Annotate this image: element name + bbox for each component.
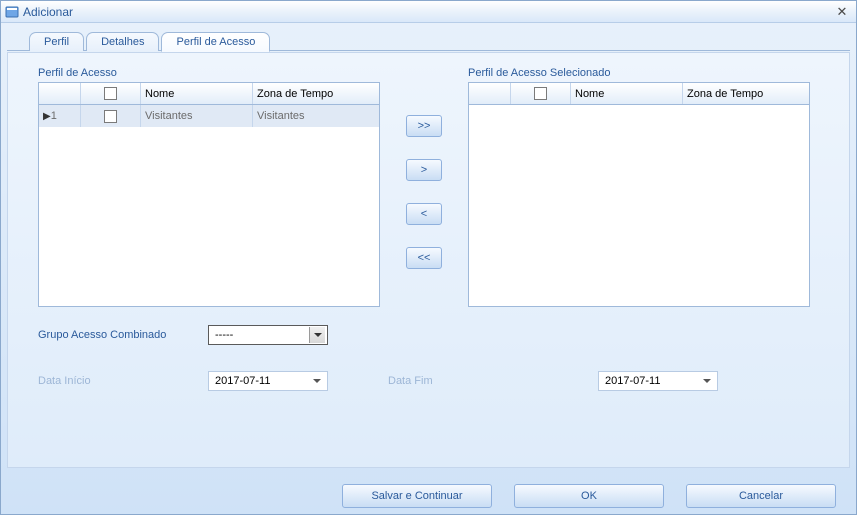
row-index: 1 <box>51 110 57 122</box>
app-icon <box>5 5 19 19</box>
row-zona: Visitantes <box>253 105 379 127</box>
col-zona-right: Zona de Tempo <box>683 83 809 104</box>
grupo-combinado-select[interactable]: ----- <box>208 325 328 345</box>
save-continue-button[interactable]: Salvar e Continuar <box>342 484 492 508</box>
tab-content: Perfil de Acesso Nome Zona de Tempo ▶1 V… <box>7 52 850 468</box>
close-icon[interactable]: ✕ <box>834 4 850 20</box>
add-one-button[interactable]: > <box>406 159 442 181</box>
add-all-button[interactable]: >> <box>406 115 442 137</box>
footer-buttons: Salvar e Continuar OK Cancelar <box>1 474 856 518</box>
ok-button[interactable]: OK <box>514 484 664 508</box>
col-nome-left: Nome <box>141 83 253 104</box>
chevron-down-icon <box>313 377 321 385</box>
data-inicio-value: 2017-07-11 <box>215 375 270 387</box>
data-fim-value: 2017-07-11 <box>605 375 660 387</box>
selected-profiles-grid[interactable]: Nome Zona de Tempo <box>468 82 810 307</box>
tab-detalhes[interactable]: Detalhes <box>86 32 159 51</box>
remove-one-button[interactable]: < <box>406 203 442 225</box>
available-grid-header: Nome Zona de Tempo <box>39 83 379 105</box>
chevron-down-icon <box>703 377 711 385</box>
col-zona-left: Zona de Tempo <box>253 83 379 104</box>
available-profiles-title: Perfil de Acesso <box>38 67 380 79</box>
remove-all-button[interactable]: << <box>406 247 442 269</box>
window-title: Adicionar <box>23 5 73 19</box>
tab-perfil[interactable]: Perfil <box>29 32 84 51</box>
data-fim-label: Data Fim <box>388 375 598 387</box>
available-profiles-grid[interactable]: Nome Zona de Tempo ▶1 Visitantes Visitan… <box>38 82 380 307</box>
select-all-checkbox-left[interactable] <box>104 87 117 100</box>
chevron-down-icon <box>309 327 325 343</box>
cancel-button[interactable]: Cancelar <box>686 484 836 508</box>
selected-profiles-title: Perfil de Acesso Selecionado <box>468 67 810 79</box>
select-all-checkbox-right[interactable] <box>534 87 547 100</box>
data-fim-picker[interactable]: 2017-07-11 <box>598 371 718 391</box>
table-row[interactable]: ▶1 Visitantes Visitantes <box>39 105 379 127</box>
tabs: Perfil Detalhes Perfil de Acesso <box>1 23 856 51</box>
grupo-combinado-value: ----- <box>215 329 233 341</box>
col-nome-right: Nome <box>571 83 683 104</box>
tab-perfil-acesso[interactable]: Perfil de Acesso <box>161 32 270 52</box>
titlebar: Adicionar ✕ <box>1 1 856 23</box>
row-nome: Visitantes <box>141 105 253 127</box>
grupo-combinado-label: Grupo Acesso Combinado <box>38 329 208 341</box>
row-indicator-icon: ▶ <box>43 111 51 122</box>
data-inicio-picker[interactable]: 2017-07-11 <box>208 371 328 391</box>
data-inicio-label: Data Início <box>38 375 208 387</box>
selected-grid-header: Nome Zona de Tempo <box>469 83 809 105</box>
dialog-window: Adicionar ✕ Perfil Detalhes Perfil de Ac… <box>0 0 857 515</box>
row-checkbox[interactable] <box>104 110 117 123</box>
